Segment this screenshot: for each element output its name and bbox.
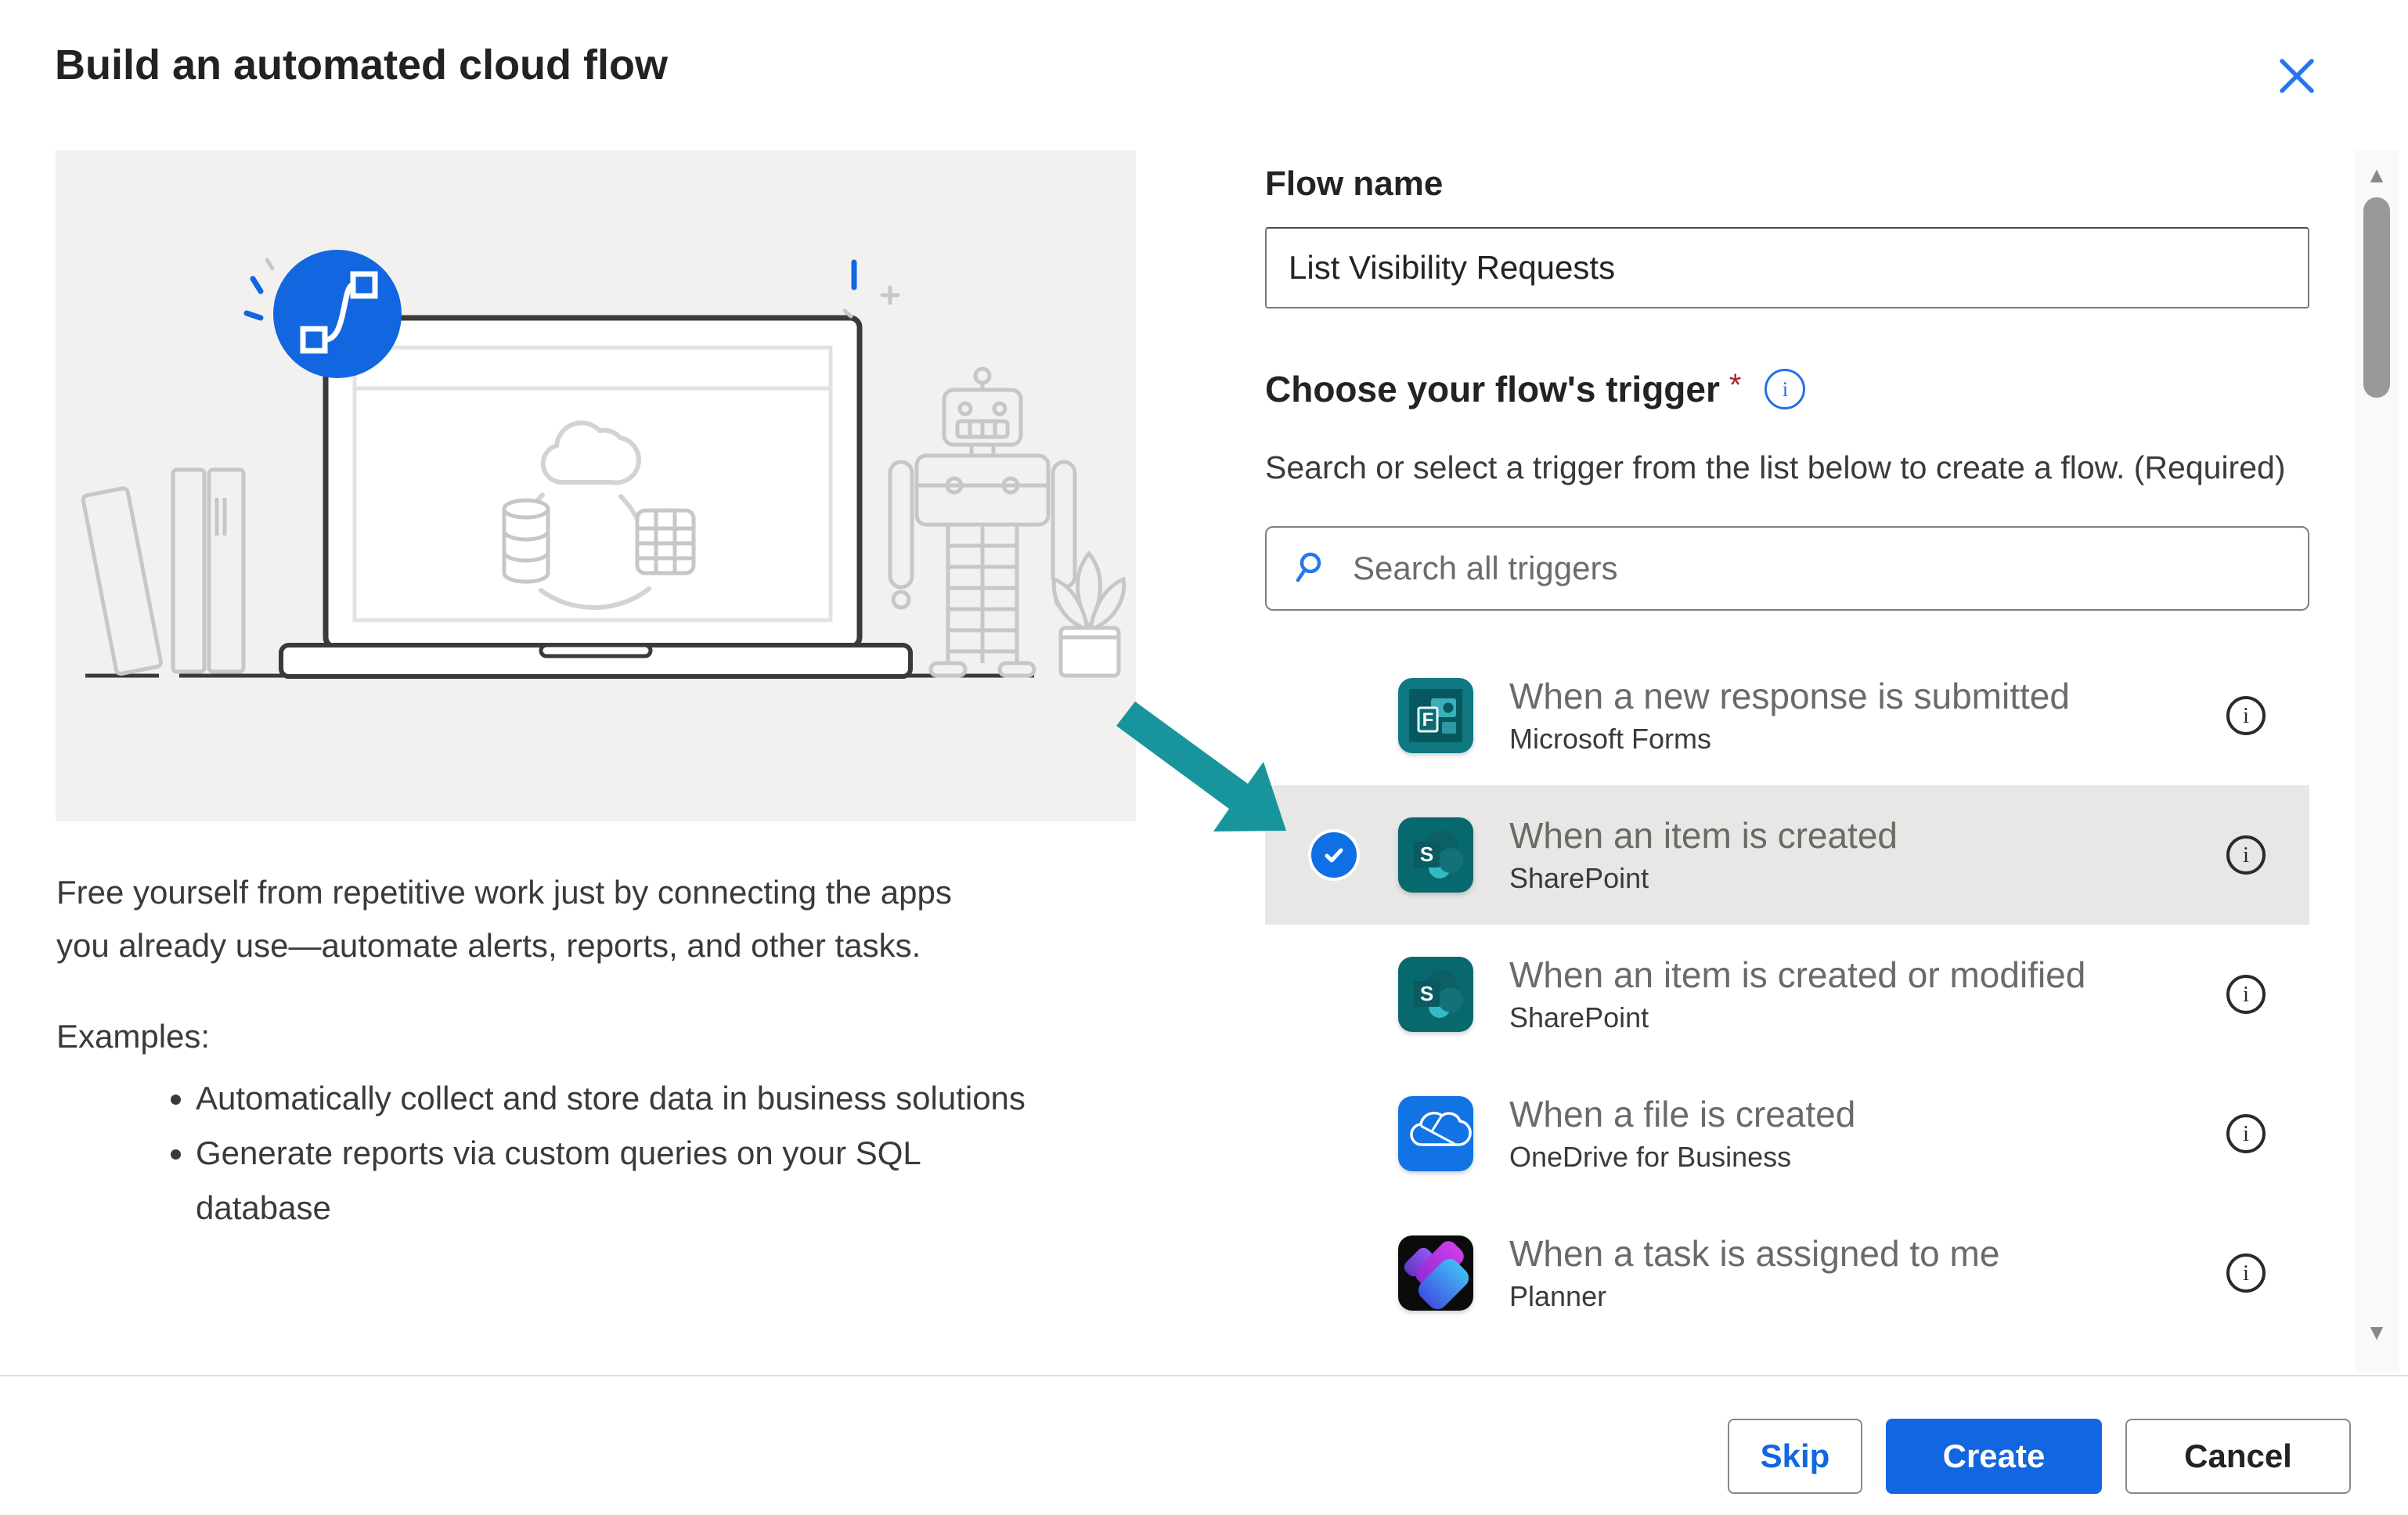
plant-illustration [1051,550,1126,678]
skip-button[interactable]: Skip [1728,1419,1862,1494]
trigger-app: OneDrive for Business [1509,1141,1792,1173]
svg-text:S: S [1420,842,1433,866]
info-icon[interactable]: i [2226,975,2266,1014]
scrollbar-thumb[interactable] [2363,197,2390,398]
svg-text:F: F [1422,709,1434,730]
trigger-app: Microsoft Forms [1509,723,1712,755]
trigger-title: When a task is assigned to me [1509,1233,2000,1274]
footer-divider [0,1375,2408,1376]
search-input[interactable] [1351,549,2308,588]
trigger-row-onedrive-file-created[interactable]: When a file is created OneDrive for Busi… [1265,1064,2309,1203]
description-text: Free yourself from repetitive work just … [56,874,952,964]
examples-list: Automatically collect and store data in … [56,1071,1213,1235]
flow-name-label: Flow name [1265,164,1444,203]
scroll-down-icon[interactable]: ▼ [2355,1320,2399,1345]
trigger-title: When a file is created [1509,1094,1856,1134]
examples-label: Examples: [56,1018,211,1055]
database-icon [502,498,550,584]
trigger-app: SharePoint [1509,1001,1649,1033]
trigger-info-icon[interactable]: i [1765,369,1806,409]
search-icon [1295,549,1331,589]
info-icon[interactable]: i [2226,696,2266,735]
trigger-row-sharepoint-item-created[interactable]: S When an item is created SharePoint i [1265,785,2309,925]
trigger-title: When a new response is submitted [1509,676,2070,716]
scroll-up-icon[interactable]: ▲ [2355,163,2399,188]
page-title: Build an automated cloud flow [55,41,668,88]
table-icon [635,508,696,575]
sharepoint-icon: S [1398,817,1473,893]
robot-illustration [888,366,1077,678]
microsoft-forms-icon: F [1398,678,1473,753]
info-icon[interactable]: i [2226,835,2266,875]
sharepoint-icon: S [1398,957,1473,1032]
trigger-row-planner-task-assigned[interactable]: When a task is assigned to me Planner i [1265,1203,2309,1343]
required-asterisk: * [1728,368,1742,402]
close-icon [2276,58,2318,99]
trigger-row-forms[interactable]: F When a new response is submitted Micro… [1265,646,2309,785]
build-automated-cloud-flow-dialog: { "dialog": { "title": "Build an automat… [0,0,2408,1515]
trigger-app: SharePoint [1509,862,1649,894]
pointer-arrow [1116,702,1286,831]
selected-check-icon [1308,829,1360,881]
onedrive-icon [1398,1096,1473,1171]
info-icon[interactable]: i [2226,1253,2266,1293]
trigger-title: When an item is created [1509,815,1898,856]
trigger-list: F When a new response is submitted Micro… [1265,646,2309,1343]
trigger-title: When an item is created or modified [1509,954,2086,995]
planner-icon [1398,1235,1473,1311]
scrollbar[interactable]: ▲ ▼ [2355,150,2399,1372]
trigger-help-text: Search or select a trigger from the list… [1265,449,2286,485]
trigger-heading: Choose your flow's trigger [1265,369,1720,409]
create-button[interactable]: Create [1886,1419,2102,1494]
cancel-button[interactable]: Cancel [2125,1419,2351,1494]
books-illustration [81,467,246,676]
trigger-row-sharepoint-item-created-modified[interactable]: S When an item is created or modified Sh… [1265,925,2309,1064]
example-item: Generate reports via custom queries on y… [196,1126,1213,1235]
close-button[interactable] [2272,52,2322,102]
example-item: Automatically collect and store data in … [196,1071,1213,1126]
svg-text:S: S [1420,982,1433,1005]
cloud-flow-illustration [56,150,1136,821]
trigger-search-box[interactable] [1265,526,2309,611]
info-icon[interactable]: i [2226,1114,2266,1153]
trigger-app: Planner [1509,1280,1607,1312]
flow-badge-icon [273,250,402,378]
flow-name-input[interactable] [1265,227,2309,308]
